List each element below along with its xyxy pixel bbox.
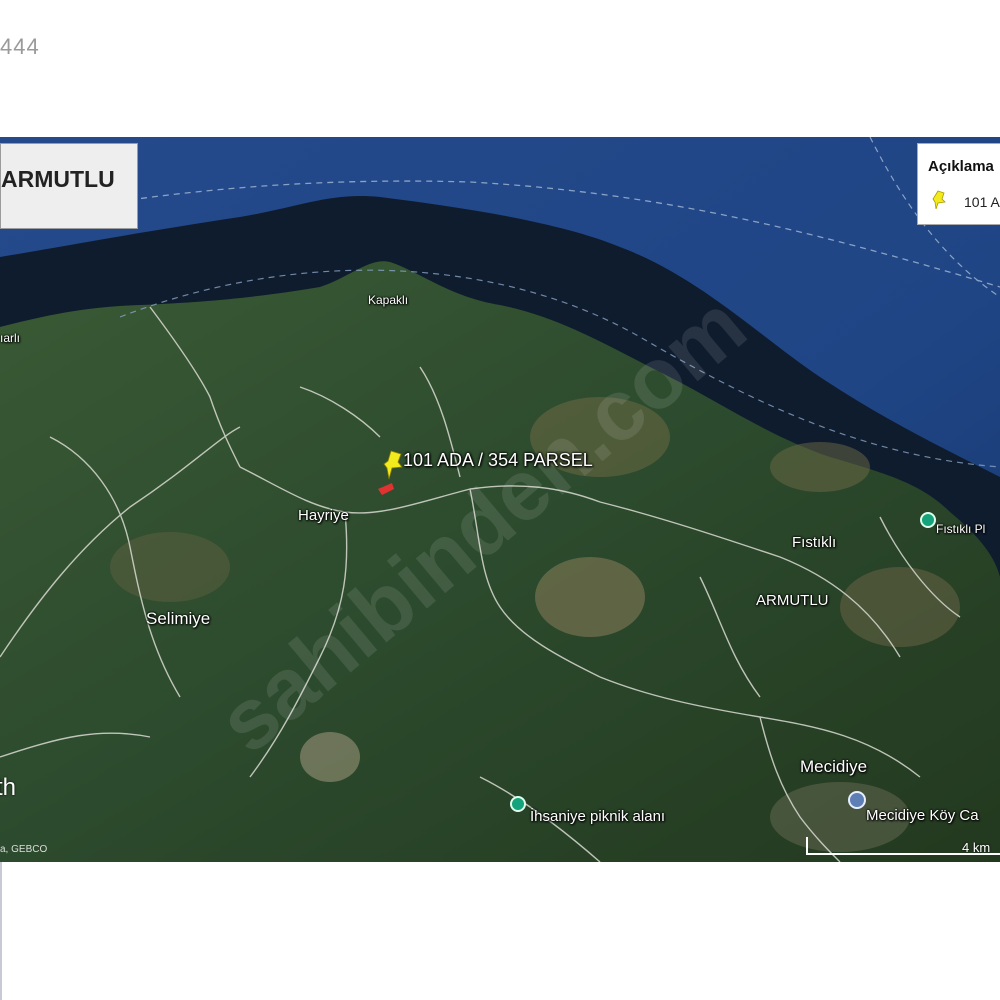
- picnic-poi-icon[interactable]: [510, 796, 526, 812]
- map-title-box: ARMUTLU: [0, 143, 138, 229]
- poi-label-fistikli-beach: Fıstıklı Pl: [936, 522, 986, 536]
- legend-item-label: 101 A: [964, 194, 1000, 210]
- legend-title: Açıklama: [928, 158, 994, 175]
- place-label-mecidiye: Mecidiye: [800, 757, 868, 776]
- place-label-fistikli: Fıstıklı: [792, 534, 837, 551]
- place-label-armutlu: ARMUTLU: [756, 592, 829, 609]
- village-poi-icon[interactable]: [848, 791, 866, 809]
- place-label-left-village: ıarlı: [0, 331, 21, 345]
- place-label-kapakli: Kapaklı: [368, 293, 409, 307]
- left-divider: [0, 862, 2, 1000]
- poi-label-insaniye: İhsaniye piknik alanı: [530, 808, 666, 825]
- legend-box: Açıklama 101 A: [917, 143, 1000, 225]
- map-attribution: a, GEBCO: [0, 844, 48, 855]
- place-label-hayriye: Hayriye: [298, 507, 349, 524]
- listing-number: 444: [0, 34, 40, 59]
- beach-poi-icon[interactable]: [920, 512, 936, 528]
- brand-text: th: [0, 774, 17, 801]
- poi-label-mecidiye-koy: Mecidiye Köy Ca: [866, 807, 979, 824]
- satellite-map[interactable]: ARMUTLU Açıklama 101 A sahibinden.com 10…: [0, 137, 1000, 862]
- pushpin-icon: [932, 190, 946, 210]
- parcel-pushpin-icon[interactable]: [382, 450, 404, 480]
- place-label-selimiye: Selimiye: [146, 609, 211, 628]
- parcel-label: 101 ADA / 354 PARSEL: [403, 450, 593, 470]
- map-title: ARMUTLU: [1, 166, 115, 192]
- scale-label: 4 km: [962, 840, 991, 855]
